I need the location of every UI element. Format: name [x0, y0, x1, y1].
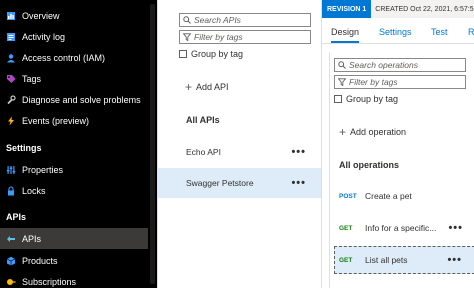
more-options-icon[interactable]: ••• [291, 177, 306, 189]
tab-test[interactable]: Test [431, 27, 448, 37]
add-api-label: Add API [196, 82, 229, 92]
search-placeholder: Search operations [349, 60, 418, 70]
operation-row[interactable]: POST Create a pet [334, 182, 474, 210]
nav-item-label: Activity log [22, 31, 66, 42]
checkbox-box[interactable] [334, 95, 342, 103]
products-icon [6, 256, 16, 266]
nav-item-label: Events (preview) [22, 115, 90, 126]
operation-row[interactable]: GET Info for a specific... ••• [334, 214, 474, 242]
detail-tabs: Design Settings Test Re [322, 24, 474, 44]
filter-tags-input[interactable]: Filter by tags [334, 75, 466, 89]
add-operation-label: Add operation [350, 127, 407, 137]
api-name: Swagger Petstore [186, 178, 254, 188]
search-icon [338, 61, 346, 69]
plus-icon: + [185, 80, 193, 94]
filter-placeholder: Filter by tags [349, 77, 398, 87]
operation-name: List all pets [365, 255, 408, 265]
search-apis-input[interactable]: Search APIs [179, 13, 311, 27]
all-operations-heading: All operations [339, 160, 400, 170]
nav-item-label: Properties [22, 164, 64, 175]
add-api-button[interactable]: + Add API [185, 80, 229, 94]
api-list-panel: Search APIs Filter by tags Group by tag … [157, 0, 322, 288]
group-by-tag-checkbox[interactable]: Group by tag [179, 49, 243, 59]
wrench-icon [6, 94, 16, 105]
filter-placeholder: Filter by tags [194, 32, 243, 42]
filter-icon [338, 78, 346, 86]
scrollbar-thumb[interactable] [150, 4, 155, 284]
filter-icon [183, 33, 191, 41]
nav-item-subscriptions[interactable]: Subscriptions [0, 271, 157, 288]
left-nav: Overview Activity log Access control (IA… [0, 0, 157, 288]
api-detail-pane: REVISION 1 CREATED Oct 22, 2021, 6:57:5 … [321, 0, 474, 288]
api-list-item[interactable]: Echo API ••• [158, 137, 322, 167]
operation-row[interactable]: GET List all pets ••• [334, 246, 474, 274]
group-by-tag-checkbox[interactable]: Group by tag [334, 94, 398, 104]
iam-icon [6, 53, 16, 63]
nav-item-label: Locks [22, 185, 46, 196]
tab-design[interactable]: Design [331, 27, 360, 43]
tab-revisions[interactable]: Re [468, 27, 474, 37]
all-apis-heading: All APIs [186, 115, 220, 125]
nav-item-products[interactable]: Products [0, 250, 157, 271]
checkbox-box[interactable] [179, 50, 187, 58]
nav-item-properties[interactable]: Properties [0, 159, 157, 180]
group-by-tag-label: Group by tag [346, 94, 399, 104]
nav-item-events[interactable]: Events (preview) [0, 110, 157, 131]
search-icon [183, 16, 191, 24]
tab-settings[interactable]: Settings [379, 27, 412, 37]
more-options-icon[interactable]: ••• [291, 146, 306, 158]
nav-item-label: Tags [22, 73, 42, 84]
http-verb: POST [339, 192, 357, 200]
nav-item-diagnose[interactable]: Diagnose and solve problems [0, 89, 157, 110]
nav-section-apis: APIs [6, 212, 27, 222]
revision-badge[interactable]: REVISION 1 [322, 0, 372, 18]
nav-item-label: Overview [22, 10, 60, 21]
nav-scrollbar[interactable] [148, 0, 157, 288]
activity-log-icon [6, 32, 16, 42]
http-verb: GET [339, 224, 353, 232]
operation-name: Create a pet [365, 191, 412, 201]
nav-item-tags[interactable]: Tags [0, 68, 157, 89]
tag-icon [6, 74, 16, 84]
nav-item-label: Subscriptions [22, 276, 77, 287]
nav-item-iam[interactable]: Access control (IAM) [0, 47, 157, 68]
filter-tags-input[interactable]: Filter by tags [179, 30, 311, 44]
nav-item-apis[interactable]: APIs [0, 228, 157, 249]
plus-icon: + [339, 125, 347, 139]
nav-item-activity-log[interactable]: Activity log [0, 26, 157, 47]
search-placeholder: Search APIs [194, 15, 241, 25]
lightning-icon [6, 116, 16, 126]
properties-icon [6, 165, 16, 175]
revision-created: CREATED Oct 22, 2021, 6:57:5 [375, 5, 474, 13]
search-operations-input[interactable]: Search operations [334, 58, 466, 72]
group-by-tag-label: Group by tag [191, 49, 244, 59]
http-verb: GET [339, 256, 353, 264]
api-name: Echo API [186, 147, 221, 157]
revision-bar: REVISION 1 CREATED Oct 22, 2021, 6:57:5 [322, 0, 474, 18]
nav-item-label: Diagnose and solve problems [22, 94, 141, 105]
nav-item-label: Products [22, 255, 58, 266]
operation-name: Info for a specific... [365, 223, 437, 233]
api-list-item[interactable]: Swagger Petstore ••• [158, 168, 322, 198]
nav-item-label: APIs [22, 233, 42, 244]
divider [329, 52, 330, 288]
more-options-icon[interactable]: ••• [448, 222, 463, 234]
nav-item-overview[interactable]: Overview [0, 5, 157, 26]
add-operation-button[interactable]: + Add operation [339, 125, 407, 139]
nav-item-locks[interactable]: Locks [0, 180, 157, 201]
subscriptions-icon [6, 277, 16, 287]
nav-section-settings: Settings [6, 143, 42, 153]
nav-item-label: Access control (IAM) [22, 52, 106, 63]
api-icon [6, 234, 16, 244]
more-options-icon[interactable]: ••• [447, 254, 462, 266]
overview-icon [6, 11, 16, 21]
lock-icon [6, 185, 16, 196]
